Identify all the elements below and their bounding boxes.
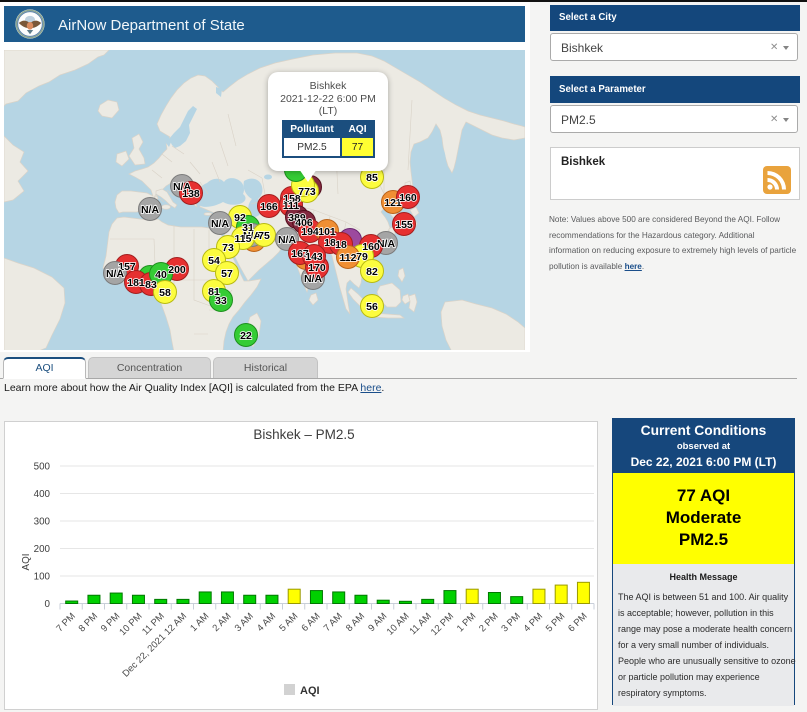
svg-text:166: 166 [260, 201, 278, 213]
svg-text:N/A: N/A [211, 218, 230, 230]
svg-text:1 PM: 1 PM [455, 611, 479, 635]
svg-text:4 AM: 4 AM [255, 611, 278, 634]
svg-text:115: 115 [235, 233, 252, 245]
svg-text:22: 22 [240, 330, 252, 342]
svg-text:12 PM: 12 PM [429, 611, 456, 638]
svg-text:1 AM: 1 AM [188, 611, 211, 634]
svg-text:3 AM: 3 AM [233, 611, 256, 634]
svg-text:200: 200 [34, 544, 51, 555]
svg-text:773: 773 [298, 186, 316, 198]
svg-text:85: 85 [366, 172, 378, 184]
svg-text:3 PM: 3 PM [499, 611, 523, 635]
svg-text:111: 111 [283, 200, 300, 212]
svg-text:AQI: AQI [21, 554, 32, 571]
svg-text:2 PM: 2 PM [477, 611, 501, 635]
svg-text:N/A: N/A [278, 234, 297, 246]
svg-text:2 AM: 2 AM [210, 611, 233, 634]
svg-text:54: 54 [208, 255, 220, 267]
svg-text:7 AM: 7 AM [322, 611, 345, 634]
svg-text:100: 100 [34, 572, 51, 583]
svg-text:57: 57 [221, 268, 233, 280]
svg-text:56: 56 [366, 301, 378, 313]
svg-text:8 PM: 8 PM [77, 611, 101, 635]
svg-text:170: 170 [308, 262, 326, 274]
svg-text:6 PM: 6 PM [566, 611, 590, 635]
svg-text:AQI: AQI [300, 685, 320, 697]
svg-text:8 AM: 8 AM [344, 611, 367, 634]
svg-text:40: 40 [155, 269, 167, 281]
svg-text:75: 75 [258, 230, 270, 242]
svg-text:4 PM: 4 PM [522, 611, 546, 635]
svg-text:33: 33 [215, 295, 227, 307]
svg-text:155: 155 [395, 219, 413, 231]
svg-text:58: 58 [159, 287, 171, 299]
svg-text:181: 181 [127, 277, 145, 289]
svg-text:11 AM: 11 AM [407, 611, 433, 637]
svg-text:Bishkek – PM2.5: Bishkek – PM2.5 [253, 427, 354, 442]
svg-text:300: 300 [34, 517, 51, 528]
svg-text:10 AM: 10 AM [385, 611, 412, 638]
svg-text:138: 138 [182, 188, 200, 200]
svg-text:200: 200 [168, 264, 186, 276]
svg-text:18: 18 [335, 239, 347, 251]
svg-text:5 AM: 5 AM [277, 611, 300, 634]
svg-text:73: 73 [222, 242, 234, 254]
svg-text:0: 0 [45, 599, 51, 610]
svg-text:N/A: N/A [304, 273, 323, 285]
svg-text:82: 82 [366, 266, 378, 278]
svg-text:7 PM: 7 PM [54, 611, 78, 635]
svg-text:143: 143 [305, 251, 323, 263]
svg-text:112: 112 [340, 252, 357, 264]
svg-text:79: 79 [356, 251, 368, 263]
svg-text:6 AM: 6 AM [299, 611, 322, 634]
svg-text:N/A: N/A [141, 204, 160, 216]
svg-text:194: 194 [301, 226, 319, 238]
svg-text:160: 160 [399, 192, 417, 204]
svg-text:400: 400 [34, 489, 51, 500]
svg-text:5 PM: 5 PM [544, 611, 568, 635]
svg-text:N/A: N/A [106, 268, 125, 280]
svg-text:500: 500 [34, 462, 51, 473]
svg-text:10 PM: 10 PM [117, 611, 144, 638]
